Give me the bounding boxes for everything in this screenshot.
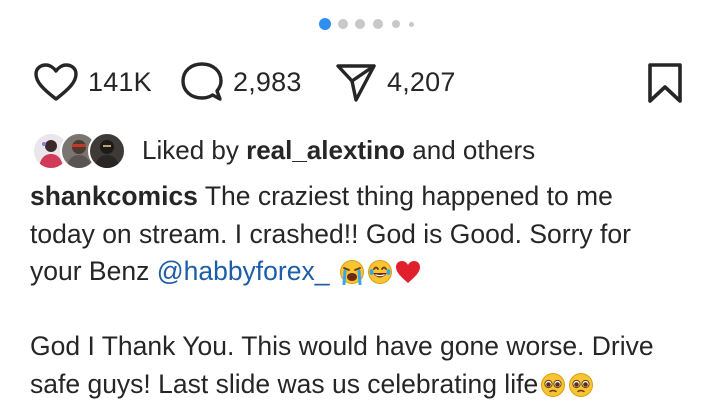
post-caption: shankcomics The craziest thing happened … [30, 178, 690, 403]
action-bar: 141K 2,983 4,207 [33, 58, 693, 106]
liked-by-text: Liked by real_alextino and others [142, 135, 535, 166]
tears-of-joy-icon [367, 258, 393, 284]
caption-username[interactable]: shankcomics [30, 181, 198, 211]
comment-count[interactable]: 2,983 [233, 67, 302, 98]
caption-line: your Benz @habbyforex_ [30, 253, 690, 291]
carousel-indicator [0, 17, 718, 33]
carousel-dot [392, 20, 400, 28]
caption-text: your Benz [30, 256, 150, 286]
save-button[interactable] [646, 62, 684, 109]
comment-button[interactable]: 2,983 [180, 58, 302, 106]
liked-by-row[interactable]: Liked by real_alextino and others [32, 129, 535, 171]
caption-line: safe guys! Last slide was us celebrating… [30, 366, 690, 404]
carousel-dot [409, 22, 414, 27]
comment-icon [180, 60, 224, 104]
liked-by-prefix: Liked by [142, 134, 239, 165]
bookmark-icon [646, 63, 684, 108]
mention-link[interactable]: @habbyforex_ [157, 256, 330, 286]
liker-username[interactable]: real_alextino [246, 135, 405, 165]
share-count[interactable]: 4,207 [387, 67, 456, 98]
liked-by-suffix: and others [412, 134, 536, 165]
liker-avatars [32, 130, 128, 170]
caption-text: The craziest thing happened to me [204, 181, 613, 211]
like-button[interactable]: 141K [33, 58, 152, 106]
red-heart-icon [395, 258, 421, 284]
caption-line: today on stream. I crashed!! God is Good… [30, 218, 631, 249]
share-button[interactable]: 4,207 [334, 58, 456, 106]
like-count[interactable]: 141K [88, 67, 152, 98]
avatar [88, 132, 126, 170]
caption-text: safe guys! Last slide was us celebrating… [30, 368, 539, 399]
loudly-crying-face-icon [339, 258, 365, 286]
caption-line: shankcomics The craziest thing happened … [30, 178, 690, 216]
heart-icon [33, 62, 79, 102]
caption-line: God I Thank You. This would have gone wo… [30, 331, 654, 361]
pleading-face-icon [540, 371, 566, 397]
send-icon [334, 60, 378, 104]
carousel-dot [338, 19, 348, 29]
carousel-dot [355, 19, 365, 29]
carousel-dot-active [319, 18, 331, 30]
pleading-face-icon [568, 371, 594, 397]
carousel-dot [373, 19, 383, 29]
